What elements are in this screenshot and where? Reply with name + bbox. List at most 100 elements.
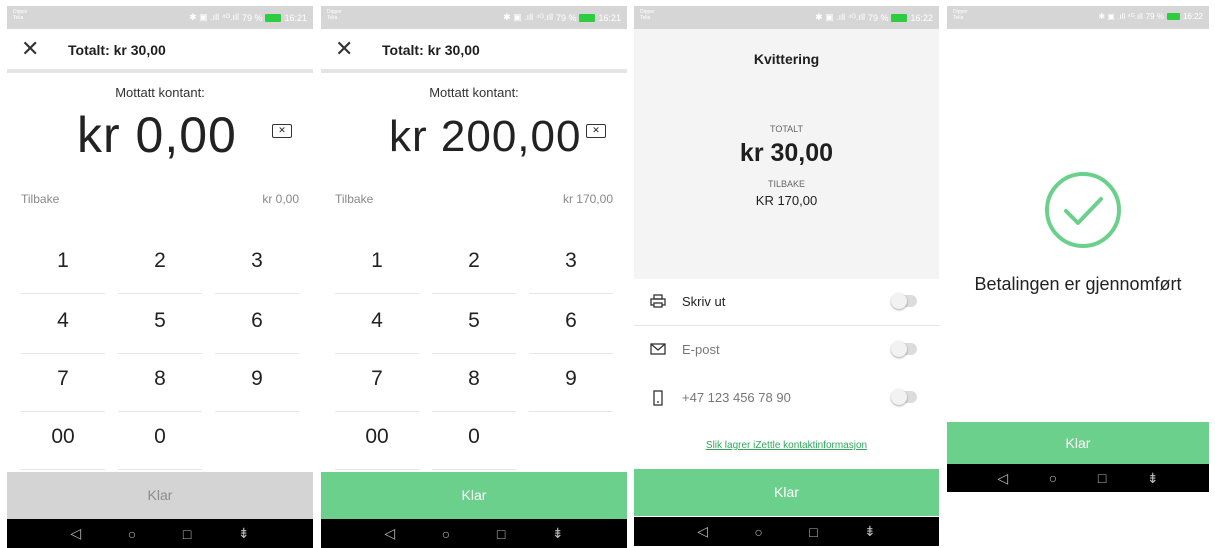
key-6[interactable]: 6: [529, 298, 613, 354]
back-icon[interactable]: ◁: [70, 525, 81, 542]
notifications-icon[interactable]: ⇟: [1147, 470, 1159, 487]
status-bar: Dipper Telia ✱ ▣ .ıll ⁴ᴳ.ıll 79 % 16:21: [7, 6, 313, 29]
email-option[interactable]: E-post: [634, 327, 939, 374]
header-title: Totalt: kr 30,00: [382, 42, 480, 58]
back-icon[interactable]: ◁: [384, 525, 395, 542]
battery-percent: 79 %: [555, 12, 577, 23]
key-0[interactable]: 0: [432, 414, 516, 470]
key-7[interactable]: 7: [335, 356, 419, 412]
key-2[interactable]: 2: [432, 238, 516, 294]
payment-success-screen: Dipper Telia ✱ ▣ .ıll ⁴ᴳ.ıll 79 % 16:22 …: [947, 6, 1209, 492]
notifications-icon[interactable]: ⇟: [238, 525, 250, 542]
done-button[interactable]: Klar: [7, 472, 313, 519]
key-3[interactable]: 3: [215, 238, 299, 294]
change-value: kr 170,00: [562, 192, 613, 206]
battery-percent: 79 %: [241, 12, 263, 23]
key-5[interactable]: 5: [118, 298, 202, 354]
print-option[interactable]: Skriv ut: [634, 279, 939, 326]
header-title: Totalt: kr 30,00: [68, 42, 166, 58]
back-icon[interactable]: ◁: [697, 523, 708, 540]
signal-indicators: ✱ ▣ .ıll ⁴ᴳ.ıll: [503, 12, 553, 22]
cash-entry-screen-filled: Dipper Telia ✱ ▣ .ıll ⁴ᴳ.ıll 79 % 16:21 …: [321, 6, 627, 548]
android-nav-bar: ◁ ○ □ ⇟: [947, 464, 1209, 492]
change-label: TILBAKE: [767, 179, 805, 189]
change-row: Tilbake kr 0,00: [21, 192, 299, 206]
recents-icon[interactable]: □: [809, 524, 817, 540]
close-icon[interactable]: ✕: [21, 38, 41, 60]
key-4[interactable]: 4: [21, 298, 105, 354]
battery-icon: [891, 13, 908, 22]
key-0[interactable]: 0: [118, 414, 202, 470]
close-icon[interactable]: ✕: [335, 38, 355, 60]
key-4[interactable]: 4: [335, 298, 419, 354]
amount-display: kr 0,00: [77, 107, 237, 163]
clock: 16:21: [598, 12, 621, 23]
print-toggle[interactable]: [891, 293, 917, 309]
key-9[interactable]: 9: [529, 356, 613, 412]
total-label: TOTALT: [769, 124, 803, 134]
key-00[interactable]: 00: [21, 414, 105, 470]
amount-display: kr 200,00: [389, 112, 582, 161]
recents-icon[interactable]: □: [183, 526, 191, 542]
change-value: kr 0,00: [262, 192, 299, 206]
recents-icon[interactable]: □: [497, 526, 505, 542]
signal-indicators: ✱ ▣ .ıll ⁴ᴳ.ıll: [189, 12, 239, 22]
key-7[interactable]: 7: [21, 356, 105, 412]
phone-label: +47 123 456 78 90: [682, 390, 791, 405]
notifications-icon[interactable]: ⇟: [552, 525, 564, 542]
done-button[interactable]: Klar: [321, 472, 627, 519]
battery-percent: 79 %: [1145, 12, 1164, 21]
home-icon[interactable]: ○: [442, 526, 450, 542]
battery-icon: [1166, 13, 1180, 20]
backspace-icon[interactable]: ✕: [272, 124, 292, 138]
change-label: Tilbake: [21, 192, 60, 206]
success-message: Betalingen er gjennomført: [974, 274, 1182, 294]
carrier-label: Dipper Telia: [327, 9, 342, 21]
key-2[interactable]: 2: [118, 238, 202, 294]
phone-icon: [653, 390, 663, 406]
done-button[interactable]: Klar: [634, 469, 939, 516]
key-9[interactable]: 9: [215, 356, 299, 412]
battery-icon: [265, 13, 282, 22]
mail-icon: [650, 343, 666, 355]
android-nav-bar: ◁ ○ □ ⇟: [634, 517, 939, 546]
contact-info-link[interactable]: Slik lagrer iZettle kontaktinformasjon: [634, 440, 939, 451]
received-label: Mottatt kontant:: [429, 85, 519, 100]
sms-option[interactable]: +47 123 456 78 90: [634, 375, 939, 422]
key-5[interactable]: 5: [432, 298, 516, 354]
battery-icon: [579, 13, 596, 22]
email-toggle[interactable]: [891, 341, 917, 357]
done-button[interactable]: Klar: [947, 422, 1209, 464]
home-icon[interactable]: ○: [1049, 470, 1057, 486]
carrier-label: Dipper Telia: [953, 9, 968, 21]
key-1[interactable]: 1: [21, 238, 105, 294]
check-circle-icon: [1045, 172, 1121, 248]
key-6[interactable]: 6: [215, 298, 299, 354]
received-label: Mottatt kontant:: [115, 85, 205, 100]
print-label: Skriv ut: [682, 294, 726, 309]
sms-toggle[interactable]: [891, 389, 917, 405]
total-value: kr 30,00: [739, 139, 834, 167]
key-8[interactable]: 8: [118, 356, 202, 412]
home-icon[interactable]: ○: [128, 526, 136, 542]
notifications-icon[interactable]: ⇟: [864, 523, 876, 540]
key-8[interactable]: 8: [432, 356, 516, 412]
battery-percent: 79 %: [867, 12, 889, 23]
carrier-label: Dipper Telia: [13, 9, 28, 21]
key-1[interactable]: 1: [335, 238, 419, 294]
clock: 16:22: [1182, 12, 1203, 21]
back-icon[interactable]: ◁: [997, 470, 1008, 487]
android-nav-bar: ◁ ○ □ ⇟: [7, 519, 313, 548]
key-3[interactable]: 3: [529, 238, 613, 294]
clock: 16:21: [284, 12, 307, 23]
key-00[interactable]: 00: [335, 414, 419, 470]
backspace-icon[interactable]: ✕: [586, 124, 606, 138]
signal-indicators: ✱ ▣ .ıll ⁴ᴳ.ıll: [1098, 12, 1143, 21]
receipt-summary: Kvittering TOTALT kr 30,00 TILBAKE KR 17…: [634, 29, 939, 279]
change-value: KR 170,00: [755, 193, 818, 208]
header: ✕ Totalt: kr 30,00: [321, 29, 627, 73]
status-bar: Dipper Telia ✱ ▣ .ıll ⁴ᴳ.ıll 79 % 16:22: [947, 6, 1209, 29]
home-icon[interactable]: ○: [754, 524, 762, 540]
carrier-label: Dipper Telia: [640, 9, 655, 21]
recents-icon[interactable]: □: [1098, 470, 1106, 486]
